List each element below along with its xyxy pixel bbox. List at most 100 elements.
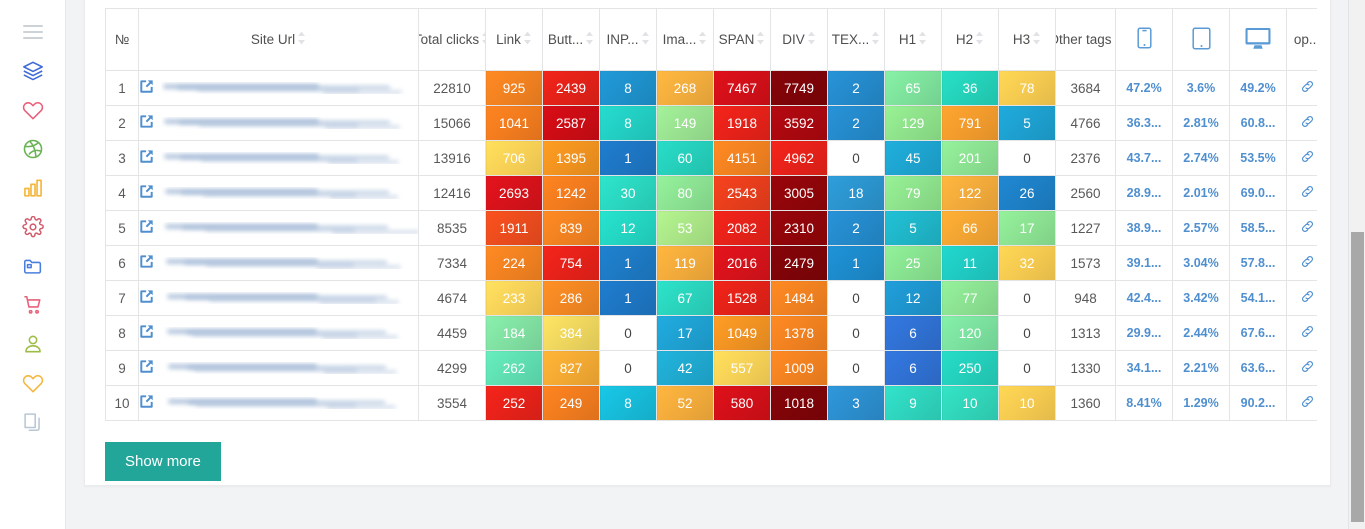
cell-h3: 78 <box>998 70 1056 106</box>
table-row[interactable]: 2 15066 1041 2587 8 149 1918 3592 2 129 791 5 4766 36… <box>105 105 1317 141</box>
external-link-icon[interactable] <box>140 219 155 237</box>
cell-site-url[interactable] <box>138 140 419 176</box>
sort-arrows-icon[interactable] <box>1032 30 1041 49</box>
cell-site-url[interactable] <box>138 385 419 421</box>
cell-h2: 201 <box>941 140 999 176</box>
col-header-total[interactable]: Total clicks <box>418 8 486 71</box>
redacted-url-text <box>161 327 418 339</box>
external-link-icon[interactable] <box>140 394 155 412</box>
external-link-icon[interactable] <box>140 324 155 342</box>
table-row[interactable]: 9 4299 262 827 0 42 557 1009 0 6 250 0 1330 34.1... 2.… <box>105 350 1317 386</box>
chain-link-icon[interactable] <box>1300 79 1315 97</box>
cell-operations[interactable] <box>1286 70 1317 106</box>
page-scrollbar-track[interactable] <box>1348 0 1365 529</box>
col-header-image[interactable]: Ima... <box>656 8 714 71</box>
cell-operations[interactable] <box>1286 385 1317 421</box>
cell-site-url[interactable] <box>138 350 419 386</box>
sort-arrows-icon[interactable] <box>756 30 765 49</box>
chain-link-icon[interactable] <box>1300 394 1315 412</box>
sidebar-item-documents[interactable] <box>13 402 53 441</box>
cell-site-url[interactable] <box>138 105 419 141</box>
sort-arrows-icon[interactable] <box>807 30 816 49</box>
cell-operations[interactable] <box>1286 350 1317 386</box>
chain-link-icon[interactable] <box>1300 254 1315 272</box>
external-link-icon[interactable] <box>140 149 155 167</box>
col-header-text[interactable]: TEX... <box>827 8 885 71</box>
sidebar-item-settings[interactable] <box>13 207 53 246</box>
cell-link: 252 <box>485 385 543 421</box>
table-row[interactable]: 6 7334 224 754 1 119 2016 2479 1 25 11 32 1573 39.1..… <box>105 245 1317 281</box>
sort-arrows-icon[interactable] <box>297 30 306 49</box>
chain-link-icon[interactable] <box>1300 359 1315 377</box>
sidebar-item-shop[interactable] <box>13 285 53 324</box>
sort-arrows-icon[interactable] <box>918 30 927 49</box>
cell-input: 1 <box>599 280 657 316</box>
col-header-link[interactable]: Link <box>485 8 543 71</box>
external-link-icon[interactable] <box>140 184 155 202</box>
sidebar-item-folders[interactable] <box>13 246 53 285</box>
layers-icon <box>22 60 44 82</box>
table-row[interactable]: 10 3554 252 249 8 52 580 1018 3 9 10 10 1360 8.41% 1.2… <box>105 385 1317 421</box>
external-link-icon[interactable] <box>140 254 155 272</box>
cell-desktop-share: 90.2... <box>1229 385 1287 421</box>
sort-arrows-icon[interactable] <box>523 30 532 49</box>
chain-link-icon[interactable] <box>1300 149 1315 167</box>
chain-link-icon[interactable] <box>1300 114 1315 132</box>
col-header-span[interactable]: SPAN <box>713 8 771 71</box>
cell-operations[interactable] <box>1286 315 1317 351</box>
cell-h2: 11 <box>941 245 999 281</box>
chain-link-icon[interactable] <box>1300 219 1315 237</box>
table-scroll-region[interactable]: № Site Url Total clicks Link Butt... INP... Im… <box>105 8 1317 421</box>
external-link-icon[interactable] <box>140 359 155 377</box>
sort-arrows-icon[interactable] <box>585 30 594 49</box>
sort-arrows-icon[interactable] <box>698 30 707 49</box>
external-link-icon[interactable] <box>140 114 155 132</box>
sidebar-item-layers[interactable] <box>13 51 53 90</box>
col-header-h1[interactable]: H1 <box>884 8 942 71</box>
col-header-other[interactable]: Other tags <box>1055 8 1116 71</box>
cell-site-url[interactable] <box>138 70 419 106</box>
sidebar-item-likes[interactable] <box>13 363 53 402</box>
col-header-div[interactable]: DIV <box>770 8 828 71</box>
cell-operations[interactable] <box>1286 245 1317 281</box>
show-more-button[interactable]: Show more <box>105 442 221 481</box>
external-link-icon[interactable] <box>140 79 155 97</box>
col-header-h2[interactable]: H2 <box>941 8 999 71</box>
table-row[interactable]: 8 4459 184 384 0 17 1049 1378 0 6 120 0 1313 29.9... 2… <box>105 315 1317 351</box>
cell-operations[interactable] <box>1286 175 1317 211</box>
table-row[interactable]: 7 4674 233 286 1 67 1528 1484 0 12 77 0 948 42.4... 3.… <box>105 280 1317 316</box>
table-row[interactable]: 4 12416 2693 1242 30 80 2543 3005 18 79 122 26 2560 2… <box>105 175 1317 211</box>
sort-arrows-icon[interactable] <box>871 30 880 49</box>
table-row[interactable]: 3 13916 706 1395 1 60 4151 4962 0 45 201 0 2376 43.7.… <box>105 140 1317 176</box>
sidebar-item-favorites[interactable] <box>13 90 53 129</box>
chain-link-icon[interactable] <box>1300 184 1315 202</box>
col-header-h3[interactable]: H3 <box>998 8 1056 71</box>
cell-operations[interactable] <box>1286 105 1317 141</box>
cell-site-url[interactable] <box>138 210 419 246</box>
cell-other: 948 <box>1055 280 1116 316</box>
external-link-icon[interactable] <box>140 289 155 307</box>
cell-operations[interactable] <box>1286 210 1317 246</box>
col-header-url[interactable]: Site Url <box>138 8 419 71</box>
sidebar-item-dribbble[interactable] <box>13 129 53 168</box>
table-row[interactable]: 5 8535 1911 839 12 53 2082 2310 2 5 66 17 1227 38.9..… <box>105 210 1317 246</box>
cell-site-url[interactable] <box>138 175 419 211</box>
sidebar-item-account[interactable] <box>13 324 53 363</box>
cell-operations[interactable] <box>1286 140 1317 176</box>
col-header-input[interactable]: INP... <box>599 8 657 71</box>
table-row[interactable]: 1 22810 925 2439 8 268 7467 7749 2 65 36 78 3684 47.2… <box>105 70 1317 106</box>
sort-arrows-icon[interactable] <box>641 30 650 49</box>
col-header-button[interactable]: Butt... <box>542 8 600 71</box>
cell-site-url[interactable] <box>138 280 419 316</box>
sidebar-item-analytics[interactable] <box>13 168 53 207</box>
sort-arrows-icon[interactable] <box>975 30 984 49</box>
cell-text: 0 <box>827 280 885 316</box>
chain-link-icon[interactable] <box>1300 289 1315 307</box>
sidebar-item-menu-toggle[interactable] <box>13 12 53 51</box>
page-scrollbar-thumb[interactable] <box>1351 232 1364 522</box>
cell-site-url[interactable] <box>138 315 419 351</box>
cell-total: 4299 <box>418 350 486 386</box>
cell-operations[interactable] <box>1286 280 1317 316</box>
chain-link-icon[interactable] <box>1300 324 1315 342</box>
cell-site-url[interactable] <box>138 245 419 281</box>
